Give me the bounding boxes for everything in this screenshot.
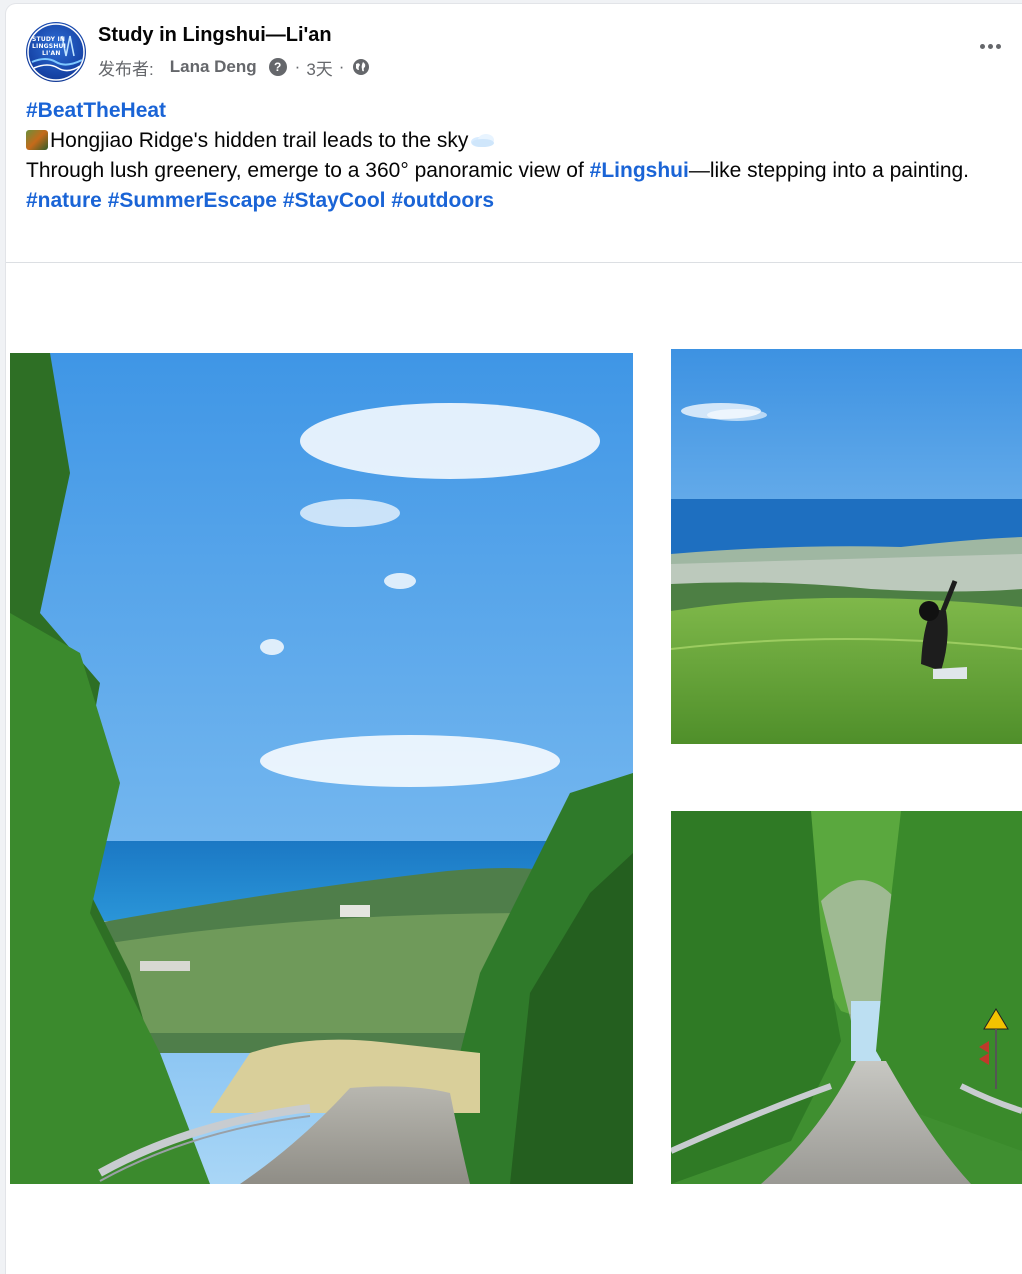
post-time[interactable]: 3天 <box>306 55 332 80</box>
author-link[interactable]: Lana Deng <box>170 57 257 77</box>
hashtag-beattheheat[interactable]: #BeatTheHeat <box>26 99 166 122</box>
published-by-label: 发布者: <box>98 59 154 79</box>
hashtag-summerescape[interactable]: #SummerEscape <box>108 189 277 212</box>
meta-separator: · <box>294 57 301 76</box>
header-divider <box>6 262 1022 263</box>
photo-bottom-right[interactable] <box>671 811 1022 1184</box>
hashtag-staycool[interactable]: #StayCool <box>283 189 386 212</box>
page-avatar[interactable]: STUDY IN LINGSHUI LI'AN <box>26 22 86 82</box>
photo-main[interactable] <box>10 353 633 1184</box>
hashtag-outdoors[interactable]: #outdoors <box>391 189 494 212</box>
meta-separator-2: · <box>338 57 345 76</box>
post-header: STUDY IN LINGSHUI LI'AN Study in Lingshu… <box>6 4 1022 94</box>
more-options-button[interactable] <box>972 34 1008 58</box>
photo-bottom-right-image <box>671 811 1022 1184</box>
cloud-emoji-icon <box>470 126 496 147</box>
post-line-2b: —like stepping into a painting. <box>688 159 970 182</box>
post-card: STUDY IN LINGSHUI LI'AN Study in Lingshu… <box>6 4 1022 1274</box>
photo-top-right-image <box>671 349 1022 744</box>
photo-main-image <box>10 353 633 1184</box>
post-meta: 发布者: Lana Deng ? · 3天 · <box>98 55 370 80</box>
more-dot-icon <box>995 43 1001 49</box>
photo-top-right[interactable] <box>671 349 1022 744</box>
post-line-2a: Through lush greenery, emerge to a 360° … <box>26 159 590 182</box>
post-text: #BeatTheHeat Hongjiao Ridge's hidden tra… <box>26 96 996 216</box>
page-name-link[interactable]: Study in Lingshui—Li'an <box>98 24 332 47</box>
more-dot-icon <box>987 43 993 49</box>
avatar-text: STUDY IN LINGSHUI LI'AN <box>32 36 67 57</box>
more-dot-icon <box>979 43 985 49</box>
globe-icon[interactable] <box>352 58 370 76</box>
hashtag-lingshui[interactable]: #Lingshui <box>590 159 689 182</box>
mountain-emoji-icon <box>26 130 48 150</box>
hashtag-nature[interactable]: #nature <box>26 189 102 212</box>
post-line-1: Hongjiao Ridge's hidden trail leads to t… <box>50 129 469 152</box>
help-icon[interactable]: ? <box>268 58 287 76</box>
